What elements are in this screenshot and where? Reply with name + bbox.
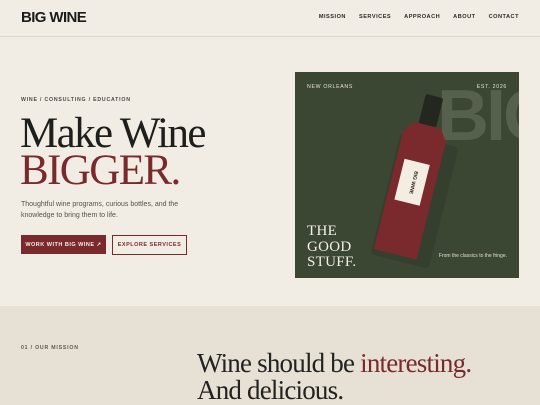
mission-headline-accent: interesting. xyxy=(360,348,472,378)
work-with-big-wine-button[interactable]: WORK WITH BIG WINE ↗ xyxy=(21,235,106,254)
nav-item-services[interactable]: SERVICES xyxy=(359,14,391,20)
nav-item-mission[interactable]: MISSION xyxy=(319,14,346,20)
nav-item-about[interactable]: ABOUT xyxy=(453,14,475,20)
card-tagline-line3: STUFF. xyxy=(307,254,357,270)
nav-item-contact[interactable]: CONTACT xyxy=(489,14,519,20)
hero-feature-card: BIG NEW ORLEANS EST. 2026 BIG WINE THE G… xyxy=(295,72,519,278)
card-caption: From the classics to the fringe. xyxy=(438,253,507,259)
hero-eyebrow: WINE / CONSULTING / EDUCATION xyxy=(21,97,131,103)
nav-menu: MISSION SERVICES APPROACH ABOUT CONTACT xyxy=(319,14,519,20)
hero-lede: Thoughtful wine programs, curious bottle… xyxy=(21,201,179,219)
top-nav: BIG WINE MISSION SERVICES APPROACH ABOUT… xyxy=(0,0,540,37)
nav-item-approach[interactable]: APPROACH xyxy=(404,14,440,20)
hero-title-line2: BIGGER. xyxy=(20,147,181,194)
mission-headline: Wine should be interesting. And deliciou… xyxy=(197,350,527,404)
mission-headline-line2: And delicious. xyxy=(197,375,344,405)
mission-headline-part1: Wine should be xyxy=(197,348,361,378)
mission-label: 01 / OUR MISSION xyxy=(21,345,79,351)
logo[interactable]: BIG WINE xyxy=(21,9,87,26)
explore-services-button[interactable]: EXPLORE SERVICES xyxy=(112,235,187,255)
card-tagline: THE GOOD STUFF. xyxy=(307,223,357,271)
mission-section: 01 / OUR MISSION Wine should be interest… xyxy=(0,306,540,405)
card-tagline-line1: THE xyxy=(307,223,338,239)
card-tagline-line2: GOOD xyxy=(307,238,352,255)
